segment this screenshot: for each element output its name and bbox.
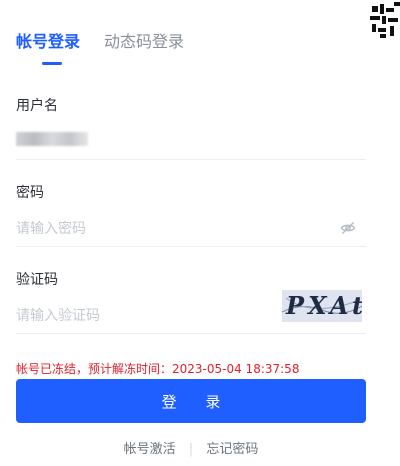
captcha-field: 验证码 PXAt <box>16 270 366 334</box>
forgot-password-link[interactable]: 忘记密码 <box>206 442 258 457</box>
login-panel: 帐号登录 动态码登录 用户名 ········ 密码 验证码 <box>0 0 400 466</box>
username-label: 用户名 <box>16 98 58 114</box>
username-row[interactable]: ········ <box>16 124 366 160</box>
account-activation-link[interactable]: 帐号激活 <box>124 442 176 457</box>
account-frozen-error: 帐号已冻结，预计解冻时间：2023-05-04 18:37:58 <box>16 362 300 376</box>
eye-off-icon[interactable] <box>340 220 356 236</box>
tab-dynamic-code-login[interactable]: 动态码登录 <box>104 30 184 54</box>
password-label: 密码 <box>16 185 44 201</box>
username-value: ········ <box>16 130 52 146</box>
qr-code-icon[interactable] <box>366 0 400 40</box>
footer-links: 帐号激活 | 忘记密码 <box>0 438 382 457</box>
password-row <box>16 211 366 247</box>
links-separator: | <box>188 442 194 457</box>
password-field: 密码 <box>16 183 366 247</box>
captcha-image[interactable]: PXAt <box>282 290 362 322</box>
username-field: 用户名 ········ <box>16 96 366 160</box>
captcha-input[interactable] <box>16 304 256 328</box>
captcha-label: 验证码 <box>16 272 58 288</box>
login-button[interactable]: 登 录 <box>16 379 366 423</box>
tab-account-login[interactable]: 帐号登录 <box>16 30 80 54</box>
captcha-row: PXAt <box>16 290 366 334</box>
active-tab-indicator <box>42 62 62 65</box>
captcha-image-text: PXAt <box>286 291 362 320</box>
password-input[interactable] <box>16 217 316 241</box>
